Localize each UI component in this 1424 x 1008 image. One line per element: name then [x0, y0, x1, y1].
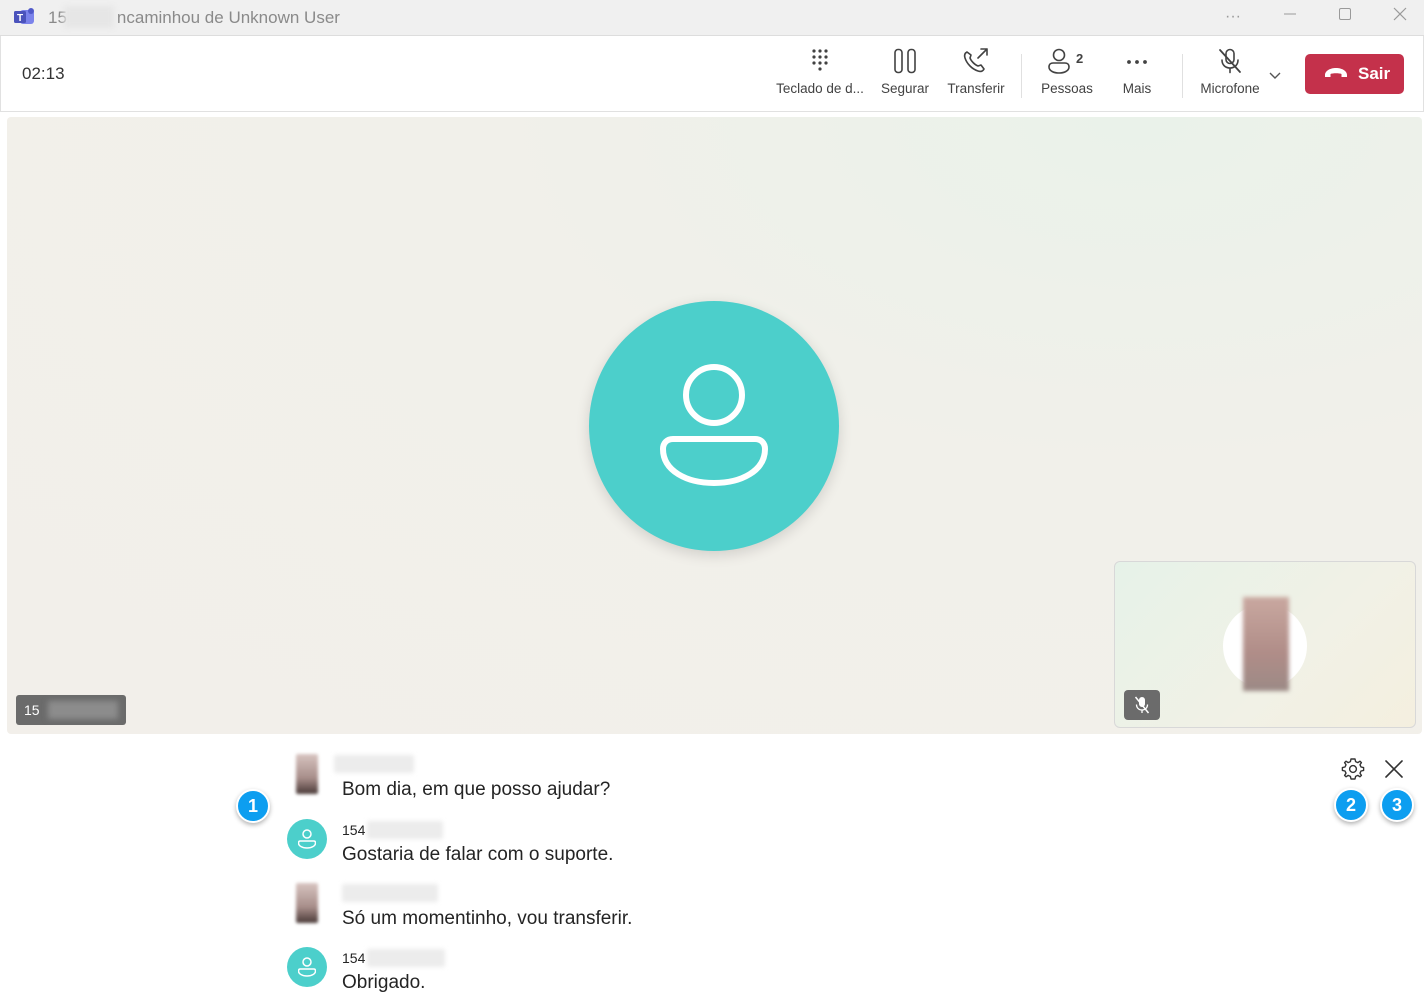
hold-label: Segurar	[880, 81, 930, 96]
caller-name-tag: 15	[16, 695, 126, 725]
speaker-name: 154	[342, 950, 366, 966]
hold-button[interactable]: Segurar	[877, 48, 933, 104]
people-icon: 2	[1037, 48, 1097, 74]
close-window-button[interactable]	[1388, 6, 1412, 28]
speaker-photo	[296, 754, 318, 794]
dialpad-icon	[773, 48, 867, 74]
redacted-speaker-name	[367, 949, 445, 967]
speaker-avatar	[287, 947, 327, 987]
live-captions-panel: Bom dia, em que posso ajudar? 154 Gostar…	[7, 739, 1422, 1008]
more-button[interactable]: Mais	[1113, 48, 1161, 104]
annotation-badge-2: 2	[1334, 788, 1368, 822]
more-options-icon[interactable]: ···	[1221, 6, 1245, 28]
caption-text: Só um momentinho, vou transferir.	[342, 908, 633, 929]
people-label: Pessoas	[1041, 81, 1093, 96]
call-stage: 15	[7, 117, 1422, 734]
toolbar-divider	[1182, 54, 1183, 98]
mic-options-chevron-icon[interactable]	[1267, 68, 1283, 87]
minimize-button[interactable]	[1278, 6, 1302, 28]
people-count: 2	[1076, 51, 1084, 66]
call-timer: 02:13	[22, 64, 65, 83]
caption-text: Obrigado.	[342, 972, 426, 993]
transfer-button[interactable]: Transferir	[943, 48, 1009, 104]
gear-icon	[1341, 758, 1365, 780]
mic-label: Microfone	[1200, 81, 1260, 96]
annotation-badge-3: 3	[1380, 788, 1414, 822]
leave-label: Sair	[1358, 64, 1391, 83]
person-icon	[659, 364, 769, 487]
annotation-badge-1: 1	[236, 789, 270, 823]
microphone-button[interactable]: Microfone	[1195, 48, 1265, 104]
close-icon	[1385, 760, 1403, 778]
person-icon	[298, 829, 316, 849]
redacted-speaker-name	[367, 821, 443, 839]
redacted-speaker-name	[334, 755, 414, 773]
dialpad-label: Teclado de d...	[776, 81, 864, 96]
redacted-title-part	[64, 6, 114, 28]
svg-text:T: T	[17, 13, 23, 24]
more-label: Mais	[1122, 81, 1152, 96]
transfer-label: Transferir	[947, 81, 1005, 96]
speaker-photo	[296, 883, 318, 923]
hang-up-icon	[1325, 68, 1347, 77]
self-photo-redacted	[1243, 597, 1289, 691]
dialpad-button[interactable]: Teclado de d...	[773, 48, 867, 104]
caption-settings-button[interactable]	[1341, 757, 1365, 781]
redacted-name	[48, 701, 118, 719]
maximize-button[interactable]	[1333, 6, 1357, 28]
caption-text: Bom dia, em que posso ajudar?	[342, 779, 611, 800]
title-bar: T 15 ncaminhou de Unknown User ···	[0, 0, 1424, 36]
pause-icon	[877, 48, 933, 74]
self-mic-status	[1124, 690, 1160, 720]
caller-name-text: 15	[24, 702, 40, 718]
redacted-speaker-name	[342, 884, 438, 902]
caption-text: Gostaria de falar com o suporte.	[342, 844, 614, 865]
toolbar-divider	[1021, 54, 1022, 98]
mic-off-icon	[1195, 48, 1265, 74]
speaker-avatar	[287, 819, 327, 859]
teams-logo-icon: T	[14, 8, 36, 26]
phone-transfer-icon	[943, 48, 1009, 74]
call-toolbar: 02:13 Teclado de d... Segurar Transferir…	[0, 36, 1424, 112]
more-dots-icon	[1113, 48, 1161, 74]
mic-off-icon	[1134, 696, 1150, 714]
person-icon	[298, 957, 316, 977]
leave-call-button[interactable]: Sair	[1305, 54, 1404, 94]
self-video-tile[interactable]	[1114, 561, 1416, 728]
caller-avatar	[589, 301, 839, 551]
speaker-name: 154	[342, 822, 366, 838]
close-captions-button[interactable]	[1382, 757, 1406, 781]
people-button[interactable]: 2 Pessoas	[1037, 48, 1097, 104]
